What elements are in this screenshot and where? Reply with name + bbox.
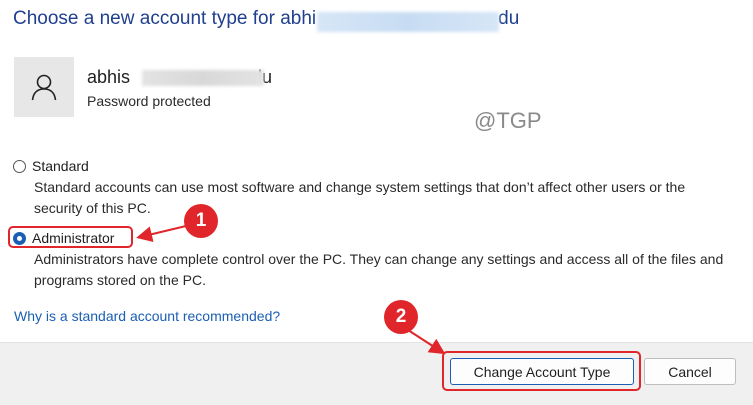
cancel-button[interactable]: Cancel [644, 358, 736, 385]
standard-account-info-link[interactable]: Why is a standard account recommended? [14, 308, 280, 324]
account-status: Password protected [87, 93, 211, 109]
step-2-badge: 2 [384, 300, 418, 334]
account-name-text: abhis [87, 67, 131, 87]
watermark: @TGP [474, 108, 542, 133]
person-icon [31, 74, 57, 101]
redacted-name-blur [142, 70, 264, 86]
avatar [14, 57, 74, 117]
account-type-dialog: Choose a new account type for abhi du abh… [0, 0, 753, 405]
redacted-email-blur [317, 12, 499, 32]
administrator-description: Administrators have complete control ove… [34, 251, 724, 288]
administrator-highlight-box [8, 226, 133, 248]
dialog-title-text: Choose a new account type for abhi [13, 8, 317, 29]
dialog-title-tail: du [498, 8, 520, 29]
arrow-step-1 [136, 225, 187, 242]
standard-description: Standard accounts can use most software … [34, 179, 686, 216]
standard-label: Standard [32, 158, 89, 174]
standard-radio[interactable] [13, 159, 26, 173]
standard-option[interactable]: Standard [13, 158, 89, 174]
step-1-badge: 1 [184, 204, 218, 238]
change-button-highlight-box [442, 351, 641, 391]
